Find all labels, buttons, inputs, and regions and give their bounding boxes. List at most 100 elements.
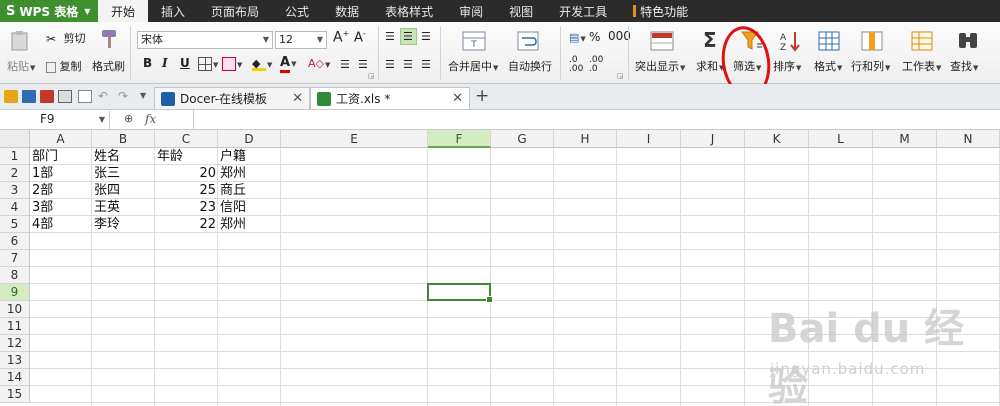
- column-header-k[interactable]: K: [745, 130, 809, 148]
- tab-home[interactable]: 开始: [98, 0, 149, 22]
- format-button[interactable]: 格式▼: [814, 58, 842, 74]
- paste-button[interactable]: 粘贴▼: [7, 58, 35, 74]
- decrease-decimal-icon[interactable]: .00.0: [589, 56, 603, 74]
- save-icon[interactable]: [22, 90, 36, 103]
- cell-a4[interactable]: 3部: [30, 199, 92, 216]
- tab-review[interactable]: 审阅: [446, 0, 496, 22]
- cell-b3[interactable]: 张四: [92, 182, 155, 199]
- column-header-g[interactable]: G: [491, 130, 554, 148]
- cell-d1[interactable]: 户籍: [218, 148, 281, 165]
- tab-data[interactable]: 数据: [322, 0, 372, 22]
- selected-cell[interactable]: [427, 283, 493, 303]
- font-name-select[interactable]: 宋体 ▼: [137, 31, 273, 49]
- print-preview-icon[interactable]: [78, 90, 92, 103]
- cell-a5[interactable]: 4部: [30, 216, 92, 233]
- customize-qa-icon[interactable]: ▼: [140, 91, 146, 100]
- row-header-4[interactable]: 4: [0, 199, 30, 216]
- bold-button[interactable]: B: [143, 56, 152, 70]
- row-header-7[interactable]: 7: [0, 250, 30, 267]
- find-button[interactable]: 查找▼: [950, 58, 978, 74]
- tab-page-layout[interactable]: 页面布局: [198, 0, 272, 22]
- tab-table-style[interactable]: 表格样式: [372, 0, 446, 22]
- number-dialog-launcher-icon[interactable]: ◲: [617, 72, 624, 80]
- undo-icon[interactable]: ↶: [98, 89, 108, 103]
- tab-formulas[interactable]: 公式: [272, 0, 322, 22]
- row-header-15[interactable]: 15: [0, 386, 30, 403]
- border-button[interactable]: ▼: [198, 57, 218, 71]
- new-tab-button[interactable]: +: [475, 86, 489, 106]
- redo-icon[interactable]: ↷: [118, 89, 128, 103]
- cell-b2[interactable]: 张三: [92, 165, 155, 182]
- cell-d2[interactable]: 郑州: [218, 165, 281, 182]
- currency-format-button[interactable]: ▤▼: [569, 31, 586, 44]
- export-pdf-icon[interactable]: [40, 90, 54, 103]
- align-bottom-icon[interactable]: ☰: [421, 30, 431, 43]
- row-header-1[interactable]: 1: [0, 148, 30, 165]
- cell-b4[interactable]: 王英: [92, 199, 155, 216]
- open-folder-icon[interactable]: [4, 90, 18, 103]
- formula-input[interactable]: [193, 110, 1000, 129]
- align-top-icon[interactable]: ☰: [385, 30, 395, 43]
- row-header-8[interactable]: 8: [0, 267, 30, 284]
- row-header-6[interactable]: 6: [0, 233, 30, 250]
- row-header-2[interactable]: 2: [0, 165, 30, 182]
- app-menu-button[interactable]: S WPS 表格 ▼: [0, 0, 98, 22]
- column-header-l[interactable]: L: [809, 130, 873, 148]
- align-left-icon[interactable]: ☰: [385, 58, 395, 71]
- cell-c2[interactable]: 20: [155, 165, 218, 182]
- italic-button[interactable]: I: [162, 56, 168, 70]
- column-header-d[interactable]: D: [218, 130, 281, 148]
- insert-function-button[interactable]: fx: [145, 112, 156, 126]
- row-header-12[interactable]: 12: [0, 335, 30, 352]
- column-header-f[interactable]: F: [428, 130, 491, 148]
- cut-button[interactable]: ✂ 剪切: [46, 30, 86, 46]
- column-header-b[interactable]: B: [92, 130, 155, 148]
- tab-docer-templates[interactable]: Docer-在线模板 ✕: [154, 87, 310, 109]
- column-header-n[interactable]: N: [937, 130, 1000, 148]
- decrease-font-icon[interactable]: A-: [354, 29, 366, 45]
- merge-center-button[interactable]: 合并居中▼: [448, 58, 498, 74]
- percent-button[interactable]: %: [589, 30, 600, 44]
- column-header-a[interactable]: A: [30, 130, 92, 148]
- align-right-icon[interactable]: ☰: [421, 58, 431, 71]
- column-header-i[interactable]: I: [617, 130, 681, 148]
- tab-insert[interactable]: 插入: [148, 0, 198, 22]
- font-size-select[interactable]: 12 ▼: [275, 31, 327, 49]
- select-all-corner[interactable]: [0, 130, 30, 148]
- cell-a1[interactable]: 部门: [30, 148, 92, 165]
- close-icon[interactable]: ✕: [452, 91, 463, 106]
- cell-b1[interactable]: 姓名: [92, 148, 155, 165]
- cell-style-button[interactable]: ▼: [222, 57, 242, 71]
- name-box[interactable]: F9 ▼: [0, 111, 110, 129]
- font-dialog-launcher-icon[interactable]: ◲: [368, 72, 375, 80]
- indent-decrease-icon[interactable]: ☰: [340, 58, 350, 71]
- worksheet-button[interactable]: 工作表▼: [902, 58, 941, 74]
- row-header-5[interactable]: 5: [0, 216, 30, 233]
- column-header-c[interactable]: C: [155, 130, 218, 148]
- increase-decimal-icon[interactable]: .0.00: [569, 56, 583, 74]
- print-icon[interactable]: [58, 90, 72, 103]
- tab-workbook[interactable]: 工资.xls * ✕: [310, 87, 470, 109]
- cell-b5[interactable]: 李玲: [92, 216, 155, 233]
- close-icon[interactable]: ✕: [292, 91, 303, 106]
- wrap-text-button[interactable]: 自动换行: [508, 58, 552, 74]
- row-header-9[interactable]: 9: [0, 284, 30, 301]
- tab-developer[interactable]: 开发工具: [546, 0, 620, 22]
- font-color-button[interactable]: A▼: [280, 55, 296, 73]
- row-header-14[interactable]: 14: [0, 369, 30, 386]
- tab-view[interactable]: 视图: [496, 0, 546, 22]
- column-header-e[interactable]: E: [281, 130, 428, 148]
- underline-button[interactable]: U: [180, 56, 190, 70]
- format-painter-button[interactable]: 格式刷: [92, 58, 125, 74]
- increase-font-icon[interactable]: A+: [333, 29, 349, 46]
- cell-c4[interactable]: 23: [155, 199, 218, 216]
- column-header-m[interactable]: M: [873, 130, 937, 148]
- sort-button[interactable]: 排序▼: [773, 58, 801, 74]
- cell-d3[interactable]: 商丘: [218, 182, 281, 199]
- align-middle-icon[interactable]: ☰: [403, 30, 413, 43]
- conditional-highlight-button[interactable]: 突出显示▼: [635, 58, 685, 74]
- rows-cols-button[interactable]: 行和列▼: [851, 58, 890, 74]
- tab-special-features[interactable]: 特色功能: [620, 0, 701, 22]
- cell-c1[interactable]: 年龄: [155, 148, 218, 165]
- cell-c5[interactable]: 22: [155, 216, 218, 233]
